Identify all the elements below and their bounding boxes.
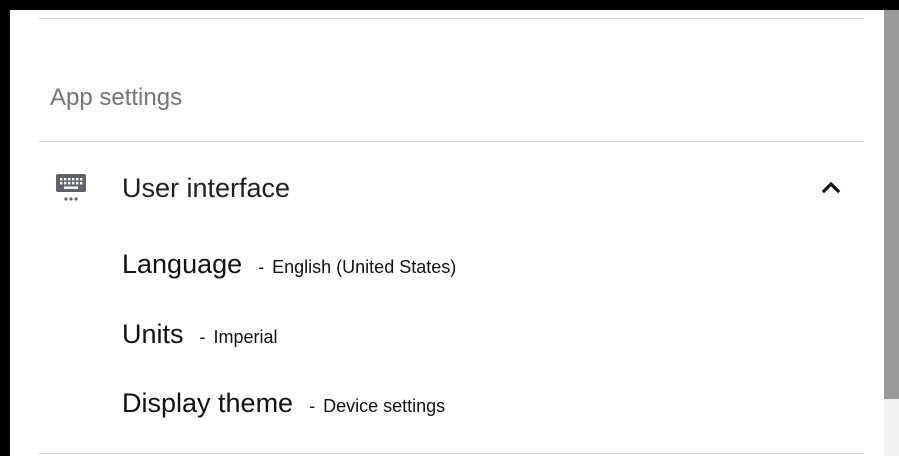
section-title-app-settings: App settings	[50, 84, 183, 111]
settings-panel: App settings User interface Language - E…	[0, 0, 899, 456]
chevron-up-icon[interactable]	[820, 176, 842, 198]
user-interface-label: User interface	[122, 173, 291, 203]
setting-row-units[interactable]: Units - Imperial	[122, 319, 278, 359]
setting-row-language[interactable]: Language - English (United States)	[122, 249, 456, 289]
keyboard-icon	[56, 174, 86, 201]
setting-separator: -	[309, 396, 316, 416]
setting-value-units: Imperial	[213, 327, 278, 347]
setting-separator: -	[199, 327, 206, 347]
setting-name-language: Language	[122, 249, 243, 279]
window-border-top	[0, 0, 899, 10]
divider-top	[38, 18, 864, 19]
setting-row-display-theme[interactable]: Display theme - Device settings	[122, 388, 445, 428]
setting-value-language: English (United States)	[272, 257, 457, 277]
divider-section	[38, 141, 864, 142]
setting-name-units: Units	[122, 319, 184, 349]
divider-bottom	[38, 453, 864, 454]
user-interface-group-header[interactable]: User interface	[38, 160, 864, 216]
window-border-left	[0, 0, 10, 456]
setting-name-display-theme: Display theme	[122, 388, 294, 418]
scrollbar-thumb[interactable]	[884, 10, 899, 399]
setting-separator: -	[258, 257, 265, 277]
setting-value-display-theme: Device settings	[323, 396, 446, 416]
